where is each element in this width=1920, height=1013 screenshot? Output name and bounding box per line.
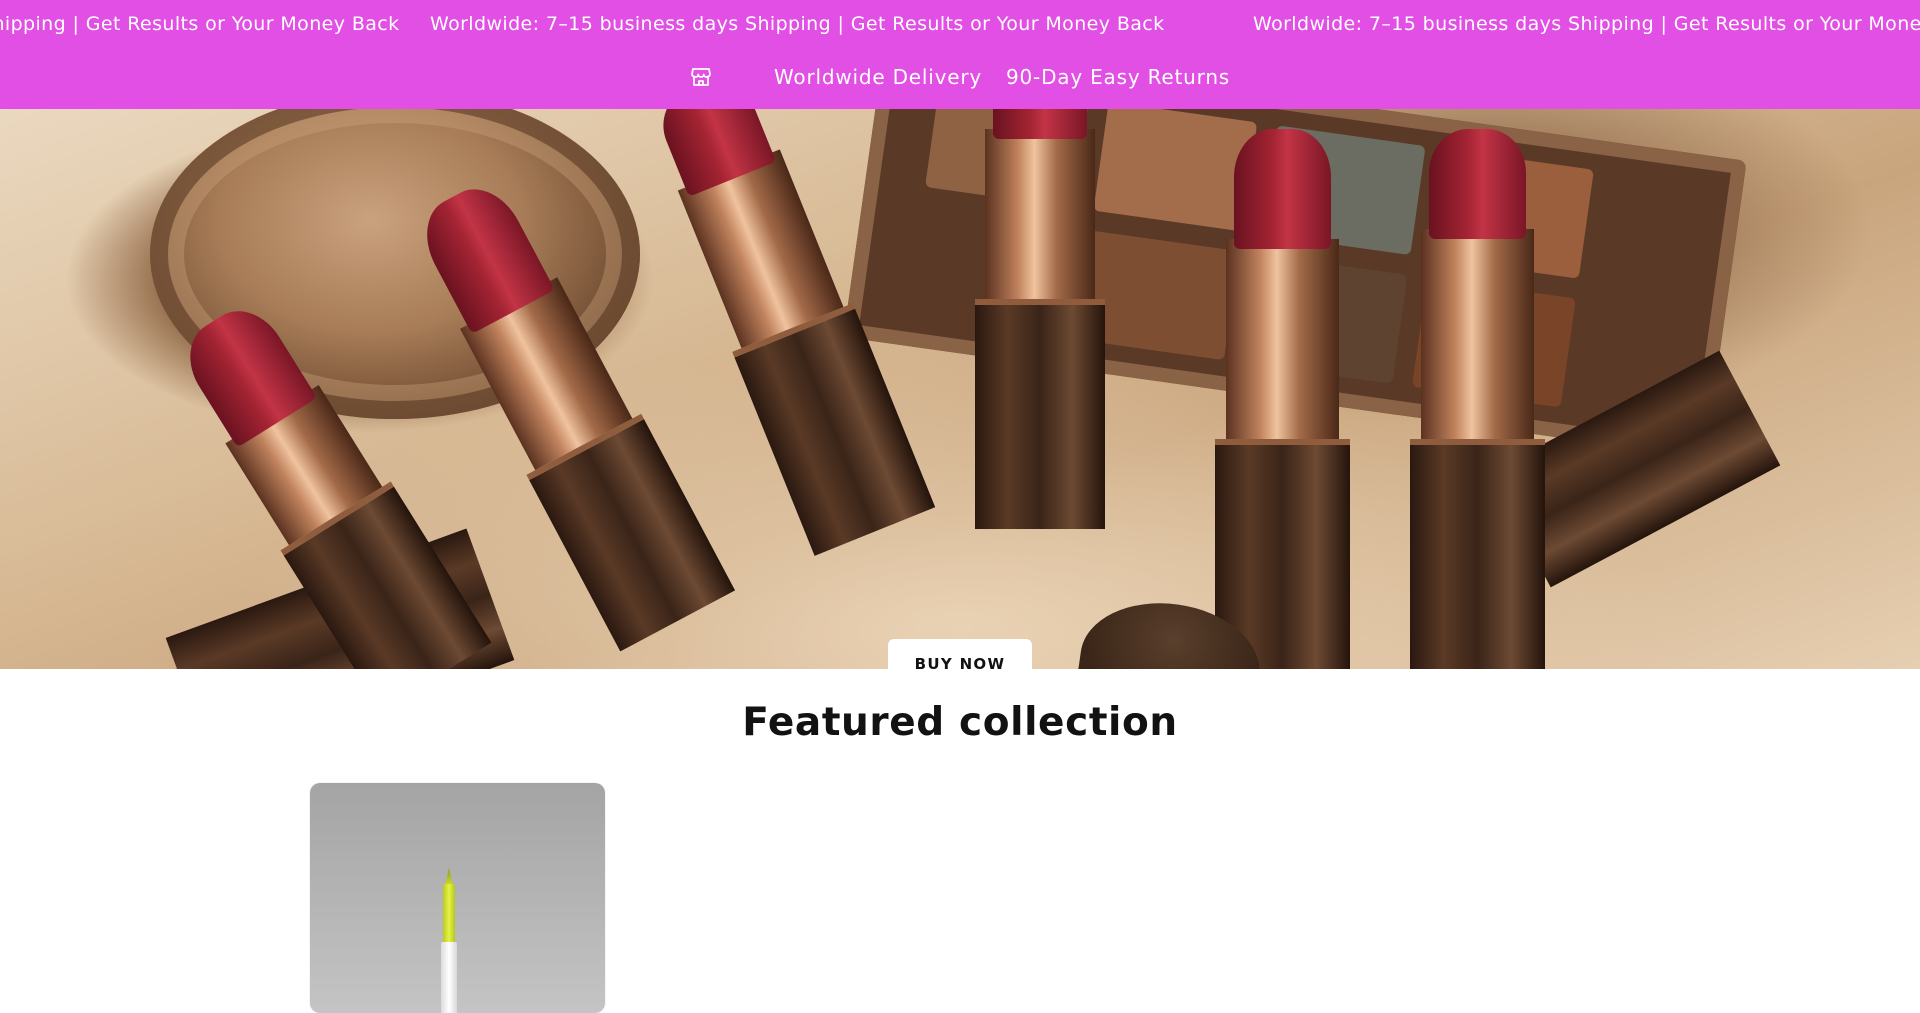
announcement-marquee: Worldwide: 7–15 business days Shipping |… bbox=[0, 0, 1920, 50]
buy-now-button[interactable]: BUY NOW bbox=[888, 639, 1032, 669]
hero-banner: BUY NOW bbox=[0, 109, 1920, 669]
marquee-item: Worldwide: 7–15 business days Shipping |… bbox=[1253, 13, 1920, 35]
marquee-item: Worldwide: 7–15 business days Shipping |… bbox=[430, 13, 1165, 35]
announcement-bar: Worldwide: 7–15 business days Shipping |… bbox=[0, 0, 1920, 109]
hero-lipstick bbox=[1215, 129, 1350, 669]
usp-easy-returns: 90-Day Easy Returns bbox=[1006, 65, 1231, 89]
usp-worldwide-delivery: Worldwide Delivery bbox=[774, 65, 983, 89]
product-image[interactable] bbox=[440, 868, 458, 1013]
hero-lipstick bbox=[975, 109, 1105, 529]
marquee-item: Worldwide: 7–15 business days Shipping |… bbox=[0, 13, 400, 35]
product-card[interactable] bbox=[310, 783, 605, 1013]
usp-row: Worldwide Delivery 90-Day Easy Returns bbox=[0, 62, 1920, 94]
store-icon bbox=[690, 66, 712, 88]
featured-collection-title: Featured collection bbox=[742, 700, 1178, 745]
hero-lipstick bbox=[1410, 129, 1545, 669]
